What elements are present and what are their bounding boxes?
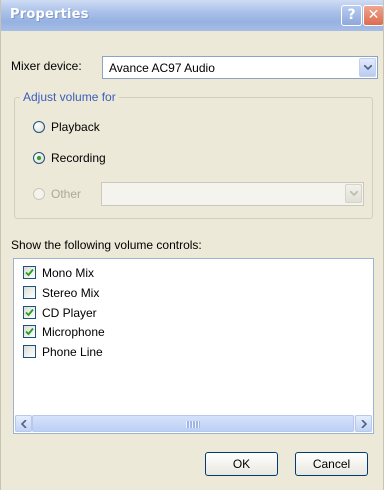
help-button[interactable]: ? [341,5,362,26]
close-button[interactable]: ✕ [363,5,383,26]
grip-icon [186,421,200,428]
stereo-mix-checkbox[interactable] [23,286,36,299]
cancel-button[interactable]: Cancel [295,452,368,476]
horizontal-scrollbar[interactable] [15,415,372,432]
scroll-thumb[interactable] [32,415,354,432]
chevron-down-icon [364,65,372,70]
other-device-dropdown [101,182,364,206]
check-icon [25,327,34,336]
recording-radio[interactable] [33,152,45,164]
chevron-right-icon [361,420,367,428]
help-icon: ? [347,7,356,23]
check-icon [25,308,34,317]
microphone-checkbox[interactable] [23,325,36,338]
playback-radio[interactable] [33,121,45,133]
microphone-label[interactable]: Microphone [42,325,105,339]
stereo-mix-label[interactable]: Stereo Mix [42,286,99,300]
window-title: Properties [10,7,89,22]
volume-controls-list[interactable]: Mono Mix Stereo Mix CD Player Microphone… [13,258,374,434]
mono-mix-label[interactable]: Mono Mix [42,266,94,280]
phone-line-label[interactable]: Phone Line [42,345,103,359]
close-icon: ✕ [367,7,380,23]
cd-player-checkbox[interactable] [23,306,36,319]
adjust-volume-legend: Adjust volume for [20,90,119,104]
other-radio-label: Other [51,187,82,201]
scroll-right-button[interactable] [355,415,372,432]
radio-selected-dot [37,156,41,160]
other-radio [33,188,45,200]
volume-controls-label: Show the following volume controls: [11,238,202,252]
chevron-left-icon [21,420,27,428]
cd-player-label[interactable]: CD Player [42,306,97,320]
phone-line-checkbox[interactable] [23,345,36,358]
check-icon [25,268,34,277]
properties-dialog: Properties ? ✕ Mixer device: Avance AC97… [0,0,384,490]
mixer-device-label: Mixer device: [11,59,82,73]
mono-mix-checkbox[interactable] [23,266,36,279]
ok-button[interactable]: OK [205,452,278,476]
dropdown-arrow-button[interactable] [359,58,376,77]
chevron-down-icon [350,191,358,196]
mixer-device-value: Avance AC97 Audio [109,61,215,75]
recording-radio-label[interactable]: Recording [51,151,106,165]
mixer-device-dropdown[interactable]: Avance AC97 Audio [102,56,378,79]
scroll-left-button[interactable] [15,415,32,432]
dropdown-arrow-button [345,184,362,203]
title-bar[interactable]: Properties ? ✕ [1,0,383,31]
playback-radio-label[interactable]: Playback [51,120,100,134]
